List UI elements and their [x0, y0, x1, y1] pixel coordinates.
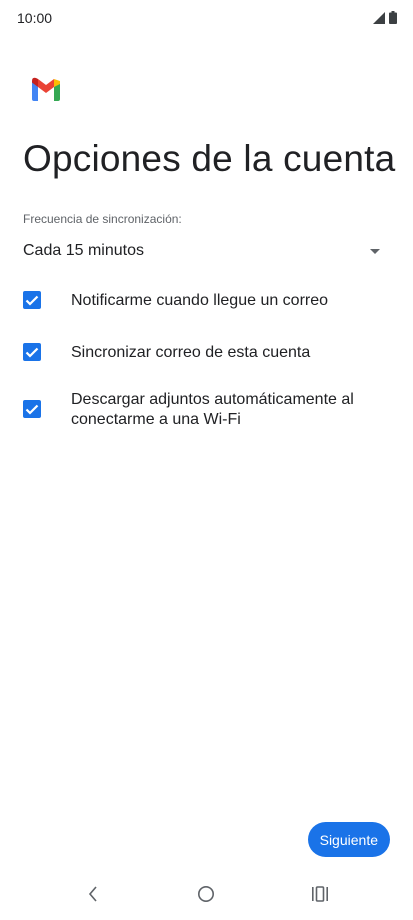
- page-title: Opciones de la cuenta: [23, 138, 396, 179]
- recents-icon[interactable]: [305, 882, 335, 906]
- option-notify-label: Notificarme cuando llegue un correo: [71, 292, 329, 309]
- gmail-logo: [30, 76, 62, 102]
- status-time: 10:00: [17, 10, 53, 26]
- option-sync[interactable]: Sincronizar correo de esta cuenta: [23, 343, 393, 363]
- account-options-screen: 10:00 Opciones de la cuenta Frecuencia d…: [0, 0, 413, 920]
- next-button[interactable]: Siguiente: [307, 822, 390, 857]
- status-icons: [373, 11, 397, 29]
- system-nav-bar: [0, 868, 413, 920]
- sync-frequency-label: Frecuencia de sincronización:: [23, 212, 182, 226]
- sync-frequency-value: Cada 15 minutos: [23, 242, 144, 259]
- signal-icon: [373, 11, 385, 29]
- checkbox-checked-icon[interactable]: [23, 400, 41, 418]
- option-download-attachments-label: Descargar adjuntos automáticamente al co…: [71, 391, 354, 428]
- battery-icon: [389, 11, 397, 29]
- sync-frequency-dropdown[interactable]: Cada 15 minutos: [23, 236, 385, 266]
- option-download-attachments[interactable]: Descargar adjuntos automáticamente al co…: [23, 390, 393, 430]
- checkbox-checked-icon[interactable]: [23, 343, 41, 361]
- option-notify[interactable]: Notificarme cuando llegue un correo: [23, 291, 393, 311]
- option-sync-label: Sincronizar correo de esta cuenta: [71, 344, 311, 361]
- dropdown-arrow-icon: [370, 248, 380, 254]
- home-icon[interactable]: [191, 882, 221, 906]
- checkbox-checked-icon[interactable]: [23, 291, 41, 309]
- status-bar: 10:00: [0, 0, 413, 36]
- back-icon[interactable]: [78, 882, 108, 906]
